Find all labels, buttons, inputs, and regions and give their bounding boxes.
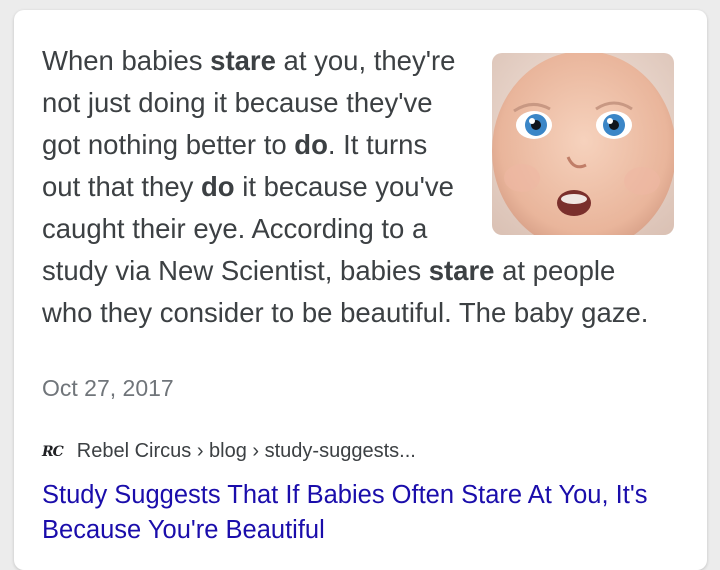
snippet-text: When babies stare at you, they're not ju… bbox=[42, 40, 674, 334]
baby-thumbnail[interactable] bbox=[492, 53, 674, 235]
source-breadcrumb[interactable]: RC Rebel Circus › blog › study-suggests.… bbox=[42, 440, 416, 463]
featured-snippet-card: When babies stare at you, they're not ju… bbox=[14, 10, 707, 570]
result-title-link[interactable]: Study Suggests That If Babies Often Star… bbox=[42, 478, 692, 548]
snippet-date: Oct 27, 2017 bbox=[42, 375, 174, 401]
breadcrumb-text[interactable]: Rebel Circus › blog › study-suggests... bbox=[77, 440, 416, 463]
snippet-text-1: When babies bbox=[42, 45, 211, 76]
snippet-bold-do-1: do bbox=[294, 129, 328, 160]
rebel-circus-logo-icon: RC bbox=[42, 443, 64, 460]
snippet-bold-stare-1: stare bbox=[210, 45, 276, 76]
snippet-bold-stare-2: stare bbox=[428, 255, 495, 286]
snippet-bold-do-2: do bbox=[201, 171, 235, 202]
baby-image-icon bbox=[492, 53, 674, 235]
